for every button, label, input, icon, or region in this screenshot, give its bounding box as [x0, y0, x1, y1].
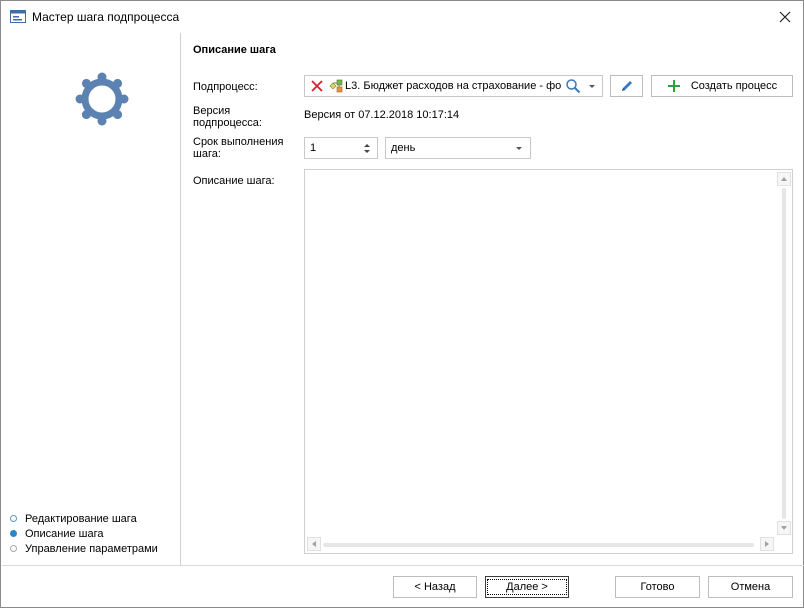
- chevron-down-icon[interactable]: [364, 149, 370, 153]
- step-parameters[interactable]: Управление параметрами: [10, 541, 158, 556]
- gear-icon: [75, 72, 129, 126]
- scroll-track[interactable]: [782, 188, 786, 519]
- subprocess-value: L3. Бюджет расходов на страхование - фо: [345, 80, 562, 92]
- clear-icon[interactable]: [309, 78, 325, 94]
- scroll-corner: [776, 536, 792, 553]
- search-icon[interactable]: [565, 78, 581, 94]
- chevron-down-icon[interactable]: [589, 84, 595, 88]
- arrow-left-icon: [312, 541, 316, 547]
- pencil-icon: [621, 81, 632, 91]
- arrow-down-icon: [781, 526, 787, 530]
- wizard-window: Мастер шага подпроцесса Редактирование ш…: [0, 0, 804, 608]
- vertical-scrollbar[interactable]: [776, 170, 792, 537]
- plus-icon: [667, 80, 680, 92]
- duration-unit-value: день: [391, 142, 416, 154]
- arrow-right-icon: [765, 541, 769, 547]
- next-button[interactable]: Далее >: [485, 576, 569, 598]
- duration-value: 1: [310, 142, 317, 154]
- done-button[interactable]: Готово: [615, 576, 700, 598]
- arrow-up-icon: [781, 177, 787, 181]
- step-description[interactable]: Описание шага: [10, 526, 158, 541]
- stepper-arrows[interactable]: [361, 138, 373, 158]
- window-title: Мастер шага подпроцесса: [32, 10, 180, 24]
- step-pending-icon: [10, 545, 17, 552]
- version-value: Версия от 07.12.2018 10:17:14: [304, 109, 460, 121]
- subprocess-combo[interactable]: L3. Бюджет расходов на страхование - фо: [304, 75, 603, 97]
- duration-unit-select[interactable]: день: [385, 137, 531, 159]
- wizard-content: Описание шага Подпроцесс: L3. Бюджет рас…: [182, 33, 803, 565]
- create-process-label: Создать процесс: [690, 80, 778, 92]
- scroll-up-button[interactable]: [777, 172, 791, 186]
- duration-stepper[interactable]: 1: [304, 137, 378, 159]
- subprocess-label: Подпроцесс:: [193, 81, 258, 93]
- edit-subprocess-button[interactable]: [610, 75, 643, 97]
- step-edit[interactable]: Редактирование шага: [10, 511, 158, 526]
- description-textarea[interactable]: [304, 169, 793, 554]
- cancel-button[interactable]: Отмена: [708, 576, 793, 598]
- step-done-icon: [10, 515, 17, 522]
- create-process-button[interactable]: Создать процесс: [651, 75, 793, 97]
- wizard-sidebar: Редактирование шага Описание шага Управл…: [2, 33, 181, 565]
- scroll-right-button[interactable]: [760, 537, 774, 551]
- horizontal-scrollbar[interactable]: [305, 536, 776, 553]
- duration-label: Срок выполнения шага:: [193, 136, 284, 160]
- step-label: Описание шага: [25, 527, 104, 540]
- close-icon: [779, 11, 791, 23]
- next-button-label: Далее >: [487, 579, 567, 595]
- title-bar: Мастер шага подпроцесса: [1, 1, 803, 33]
- step-current-icon: [10, 530, 17, 537]
- scroll-track[interactable]: [323, 543, 754, 547]
- wizard-steps: Редактирование шага Описание шага Управл…: [10, 511, 158, 556]
- description-label: Описание шага:: [193, 175, 275, 187]
- step-label: Редактирование шага: [25, 512, 137, 525]
- version-label: Версия подпроцесса:: [193, 105, 262, 129]
- process-node-icon: [329, 79, 343, 93]
- wizard-footer: < Назад Далее > Готово Отмена: [2, 565, 804, 607]
- scroll-left-button[interactable]: [307, 537, 321, 551]
- chevron-up-icon[interactable]: [364, 143, 370, 147]
- step-label: Управление параметрами: [25, 542, 158, 555]
- section-title: Описание шага: [193, 44, 276, 56]
- close-button[interactable]: [771, 4, 799, 30]
- back-button[interactable]: < Назад: [393, 576, 477, 598]
- chevron-down-icon[interactable]: [516, 146, 522, 150]
- scroll-down-button[interactable]: [777, 521, 791, 535]
- window-app-icon: [10, 10, 26, 23]
